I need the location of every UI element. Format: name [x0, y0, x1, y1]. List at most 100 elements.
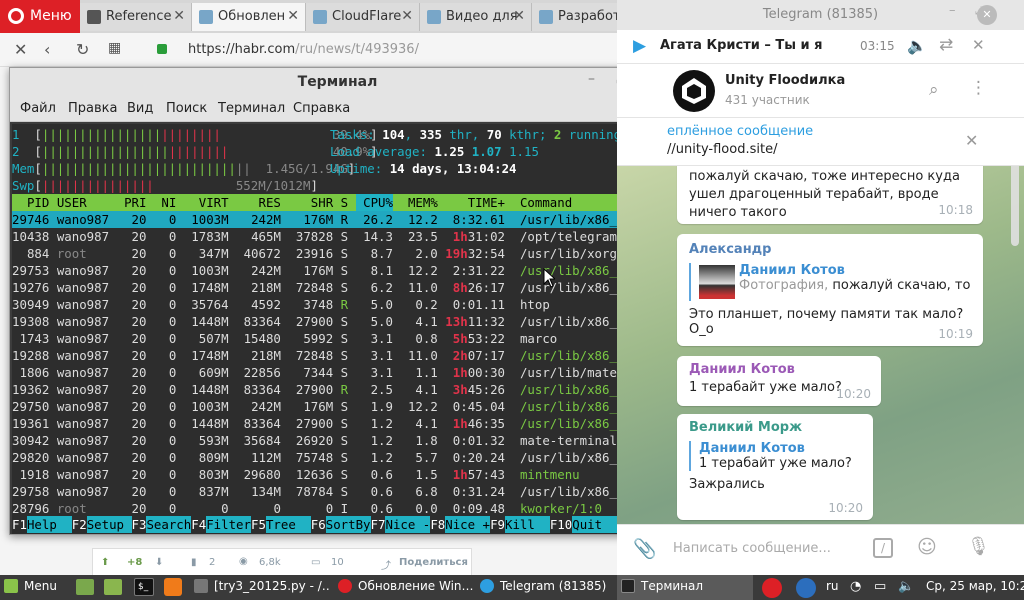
browser-tab[interactable]: CloudFlare ✕ — [306, 3, 420, 31]
column-header-pri[interactable]: PRI — [124, 194, 146, 211]
close-icon[interactable]: ✕ — [977, 5, 997, 25]
fkey-label[interactable]: Tree — [266, 516, 296, 533]
column-header-virt[interactable]: VIRT — [184, 194, 229, 211]
fkey-label[interactable]: Setup — [87, 516, 124, 533]
share-icon[interactable]: ⤴ — [381, 557, 391, 572]
downvote-icon[interactable]: ⬇ — [155, 557, 163, 568]
close-icon[interactable]: ✕ — [972, 36, 985, 54]
opera-menu-button[interactable]: Меню — [0, 0, 80, 33]
column-header-s[interactable]: S — [341, 194, 348, 211]
process-table-header[interactable]: PID USER PRI NI VIRT RES SHR S CPU% MEM% TIME+ Comm… — [12, 194, 655, 211]
minimize-icon[interactable]: – — [588, 71, 595, 87]
close-icon[interactable]: ✕ — [401, 8, 413, 24]
minimize-icon[interactable]: – — [949, 3, 956, 18]
reply-quote[interactable]: Даниил Котов 1 терабайт уже мало? — [689, 441, 861, 471]
share-link[interactable]: Поделиться — [399, 557, 468, 568]
process-row[interactable]: 19308 wano987 20 0 1448M 83364 27900 S 5.0 4.1 13h… — [12, 313, 655, 330]
fkey-f7[interactable]: F7 — [370, 516, 386, 533]
message[interactable]: Александр Даниил Котов Фотография, пожал… — [677, 234, 983, 346]
fkey-f6[interactable]: F6 — [310, 516, 326, 533]
process-row[interactable]: 1918 wano987 20 0 803M 29680 12636 S 0.6 1.5 1h57:… — [12, 466, 655, 483]
process-row[interactable]: 28796 root 20 0 0 0 0 I 0.6 0.0 0:09.48 kworker/1:0 — [12, 500, 655, 517]
keyboard-layout[interactable]: ru — [826, 575, 839, 600]
upvote-icon[interactable]: ⬆ — [101, 557, 109, 568]
browser-tab[interactable]: Видео для ✕ — [420, 3, 532, 31]
process-row[interactable]: 884 root 20 0 347M 40672 23916 S 8.7 2.0 19h32:54/… — [12, 245, 655, 262]
search-icon[interactable]: ⌕ — [929, 80, 939, 100]
message[interactable]: Даниил Котов 1 терабайт уже мало? 10:20 — [677, 356, 881, 406]
sublime-icon[interactable] — [164, 578, 182, 596]
fkey-label[interactable]: Help — [27, 516, 57, 533]
browser-tab[interactable]: Reference ✕ — [80, 3, 192, 31]
message[interactable]: Великий Морж Даниил Котов 1 терабайт уже… — [677, 414, 873, 520]
more-vertical-icon[interactable]: ⋮ — [970, 78, 987, 98]
comments-icon[interactable]: ▭ — [311, 557, 320, 568]
app-tray-icon[interactable] — [796, 578, 816, 598]
message-list[interactable]: пожалуй скачаю, тоже интересно куда ушел… — [617, 166, 1024, 524]
menu-file[interactable]: Файл — [20, 101, 56, 116]
process-row[interactable]: 1806 wano987 20 0 609M 22856 7344 S 3.1 1.1 1h00:3… — [12, 364, 655, 381]
column-header-res[interactable]: RES — [236, 194, 281, 211]
column-header-cpu[interactable]: CPU% — [355, 194, 393, 211]
process-row[interactable]: 19288 wano987 20 0 1748M 218M 72848 S 3.1 11.0 2h0… — [12, 347, 655, 364]
process-row[interactable]: 29746 wano987 20 0 1003M 242M 176M R 26.2 12.2 8:3… — [12, 211, 655, 228]
process-row[interactable]: 29758 wano987 20 0 837M 134M 78784 S 0.6 6.8 0:31.… — [12, 483, 655, 500]
commands-icon[interactable]: / — [873, 538, 893, 558]
close-icon[interactable]: ✕ — [513, 8, 525, 24]
start-menu-button[interactable]: Menu — [4, 575, 70, 600]
clock[interactable]: Ср, 25 мар, 10:20 — [926, 575, 1024, 600]
menu-edit[interactable]: Правка — [68, 101, 117, 116]
message-input[interactable]: Написать сообщение... — [673, 541, 831, 556]
menu-help[interactable]: Справка — [293, 101, 350, 116]
process-row[interactable]: 19362 wano987 20 0 1448M 83364 27900 R 2.5 4.1 3h4… — [12, 381, 655, 398]
close-icon[interactable]: ✕ — [965, 131, 978, 150]
htop-view[interactable]: 1 [|||||||||||||||||||||||| 39.4%] 2 [||… — [12, 124, 655, 534]
avatar[interactable] — [673, 70, 715, 112]
column-header-time[interactable]: TIME+ — [445, 194, 505, 211]
repeat-icon[interactable]: ⇄ — [939, 35, 953, 55]
wifi-icon[interactable]: ◔ — [850, 575, 861, 600]
fkey-label[interactable]: Nice - — [386, 516, 431, 533]
process-row[interactable]: 19361 wano987 20 0 1448M 83364 27900 S 1.2 4.1 1h4… — [12, 415, 655, 432]
reload-icon[interactable]: ↻ — [76, 40, 89, 59]
menu-view[interactable]: Вид — [127, 101, 153, 116]
fkey-label[interactable]: Search — [146, 516, 191, 533]
taskbar-window[interactable]: Обновление Win… — [338, 575, 474, 600]
chat-scrollbar-thumb[interactable] — [1011, 166, 1019, 246]
column-header-mem[interactable]: MEM% — [400, 194, 438, 211]
fkey-f9[interactable]: F9 — [490, 516, 505, 533]
fkey-f10[interactable]: F10 — [549, 516, 573, 533]
fkey-f1[interactable]: F1 — [12, 516, 27, 533]
process-row[interactable]: 29750 wano987 20 0 1003M 242M 176M S 1.9 12.2 0:45… — [12, 398, 655, 415]
taskbar-window[interactable]: Telegram (81385) — [480, 575, 612, 600]
browser-tab[interactable]: Разработ — [532, 3, 620, 31]
volume-icon[interactable]: 🔈 — [898, 575, 914, 600]
menu-terminal[interactable]: Терминал — [218, 101, 285, 116]
process-row[interactable]: 19276 wano987 20 0 1748M 218M 72848 S 6.2 11.0 8h2… — [12, 279, 655, 296]
fkey-label[interactable]: Filter — [206, 516, 251, 533]
column-header-shr[interactable]: SHR — [288, 194, 333, 211]
close-icon[interactable]: ✕ — [14, 40, 27, 59]
back-icon[interactable]: ‹ — [44, 40, 50, 59]
process-row[interactable]: 30949 wano987 20 0 35764 4592 3748 R 5.0 0.2 0:01.… — [12, 296, 655, 313]
fkey-f3[interactable]: F3 — [131, 516, 147, 533]
opera-tray-icon[interactable] — [762, 578, 782, 598]
battery-icon[interactable]: ▭ — [874, 575, 886, 600]
speed-dial-icon[interactable]: ▦ — [108, 40, 121, 56]
fkey-f5[interactable]: F5 — [251, 516, 266, 533]
process-row[interactable]: 29820 wano987 20 0 809M 112M 75748 S 1.2 5.7 0:20.… — [12, 449, 655, 466]
reply-quote[interactable]: Даниил Котов Фотография, пожалуй скачаю,… — [689, 263, 971, 301]
process-row[interactable]: 30942 wano987 20 0 593M 35684 26920 S 1.2 1.8 0:01… — [12, 432, 655, 449]
column-header-ni[interactable]: NI — [154, 194, 176, 211]
column-header-pid[interactable]: PID — [12, 194, 49, 211]
emoji-icon[interactable]: ☺ — [917, 536, 937, 558]
play-icon[interactable]: ▶ — [633, 36, 646, 56]
volume-icon[interactable]: 🔈 — [907, 36, 927, 55]
fkey-label[interactable]: Quit — [572, 516, 602, 533]
fkey-label[interactable]: Kill — [505, 516, 535, 533]
address-bar[interactable]: https://habr.com/ru/news/t/493936/ — [188, 42, 419, 57]
close-icon[interactable]: ✕ — [287, 8, 299, 24]
folder-icon[interactable] — [104, 579, 122, 595]
close-icon[interactable]: ✕ — [173, 8, 185, 24]
fkey-f2[interactable]: F2 — [71, 516, 87, 533]
